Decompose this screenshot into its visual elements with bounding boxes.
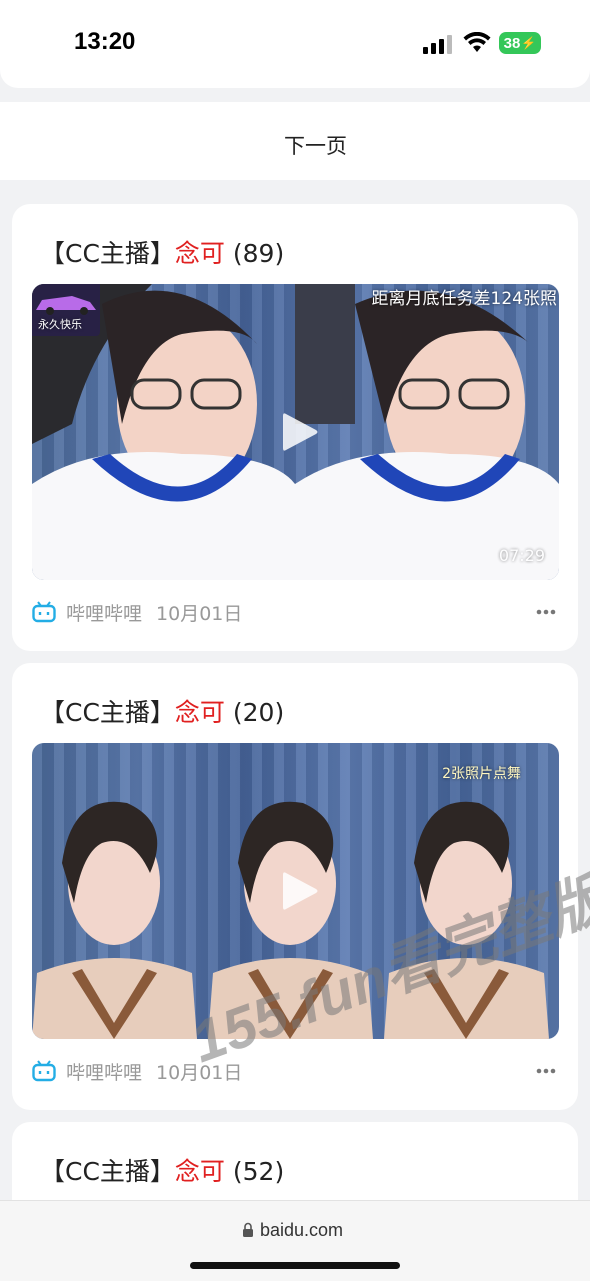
title-count: (89) xyxy=(232,239,285,268)
car-icon xyxy=(36,296,96,315)
publish-date: 10月01日 xyxy=(156,602,243,625)
clock: 13:20 xyxy=(74,28,136,55)
card-title-link[interactable]: 【CC主播】念可 (52) xyxy=(40,1152,284,1188)
title-highlight: 念可 xyxy=(174,698,225,727)
battery-indicator: 38 ⚡ xyxy=(499,32,541,54)
overlay-caption: 距离月底任务差124张照 xyxy=(371,289,557,309)
title-prefix: 【CC主播】 xyxy=(40,1157,175,1186)
streamer-figure xyxy=(295,284,559,580)
badge-text: 永久快乐 xyxy=(38,318,82,331)
card-meta: 哔哩哔哩 10月01日 xyxy=(32,597,242,627)
cellular-signal-icon xyxy=(423,35,452,54)
play-icon[interactable] xyxy=(280,870,320,912)
lock-icon xyxy=(243,1222,253,1237)
more-options-icon[interactable] xyxy=(536,608,556,616)
more-options-icon[interactable] xyxy=(536,1067,556,1075)
next-page-label: 下一页 xyxy=(284,134,347,158)
title-highlight: 念可 xyxy=(174,1157,225,1186)
channel-badge: 永久快乐 xyxy=(32,284,100,336)
wifi-icon xyxy=(463,32,491,52)
card-title-link[interactable]: 【CC主播】念可 (89) xyxy=(40,234,284,270)
title-count: (20) xyxy=(232,698,285,727)
video-duration: 07:29 xyxy=(498,546,545,565)
card-title-link[interactable]: 【CC主播】念可 (20) xyxy=(40,693,284,729)
source-name: 哔哩哔哩 xyxy=(66,1061,143,1084)
bilibili-icon xyxy=(32,601,56,623)
overlay-caption: 2张照片点舞 xyxy=(442,766,521,782)
video-result-card[interactable]: 【CC主播】念可 (89) 永久快乐 距离月底任务差124张照 07:29 哔哩… xyxy=(12,204,578,651)
source-name: 哔哩哔哩 xyxy=(66,602,143,625)
charging-bolt-icon: ⚡ xyxy=(521,36,537,50)
title-prefix: 【CC主播】 xyxy=(40,239,175,268)
url-text[interactable]: baidu.com xyxy=(260,1220,343,1241)
status-bar: 13:20 38 ⚡ xyxy=(0,0,590,88)
bilibili-icon xyxy=(32,1060,56,1082)
play-icon[interactable] xyxy=(280,411,320,453)
battery-level: 38 xyxy=(503,34,521,52)
title-count: (52) xyxy=(232,1157,285,1186)
title-highlight: 念可 xyxy=(174,239,225,268)
video-thumbnail[interactable]: 永久快乐 距离月底任务差124张照 07:29 xyxy=(32,284,559,580)
home-indicator[interactable] xyxy=(190,1262,400,1269)
title-prefix: 【CC主播】 xyxy=(40,698,175,727)
